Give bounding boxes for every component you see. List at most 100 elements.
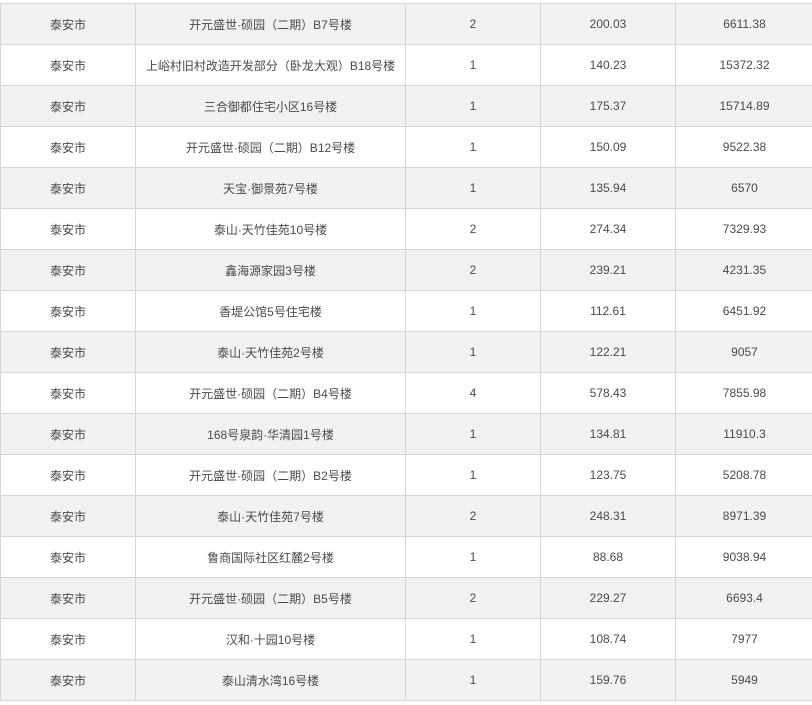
area-cell: 578.43	[540, 372, 676, 414]
city-cell: 泰安市	[0, 536, 136, 578]
city-cell: 泰安市	[0, 331, 136, 373]
price-cell: 9038.94	[675, 536, 812, 578]
table-row: 泰安市 鑫海源家园3号楼 2 239.21 4231.35	[0, 249, 812, 291]
price-cell: 4231.35	[675, 249, 812, 291]
area-cell: 108.74	[540, 618, 676, 660]
city-cell: 泰安市	[0, 454, 136, 496]
units-cell: 2	[405, 3, 541, 45]
project-cell: 汉和·十园10号楼	[135, 618, 406, 660]
table-row: 泰安市 泰山·天竹佳苑7号楼 2 248.31 8971.39	[0, 495, 812, 537]
units-cell: 1	[405, 126, 541, 168]
price-cell: 6570	[675, 167, 812, 209]
city-cell: 泰安市	[0, 372, 136, 414]
price-cell: 8971.39	[675, 495, 812, 537]
city-cell: 泰安市	[0, 85, 136, 127]
project-cell: 上峪村旧村改造开发部分（卧龙大观）B18号楼	[135, 44, 406, 86]
area-cell: 150.09	[540, 126, 676, 168]
table-row: 泰安市 天宝·御景苑7号楼 1 135.94 6570	[0, 167, 812, 209]
city-cell: 泰安市	[0, 126, 136, 168]
price-cell: 7977	[675, 618, 812, 660]
city-cell: 泰安市	[0, 44, 136, 86]
units-cell: 2	[405, 249, 541, 291]
area-cell: 112.61	[540, 290, 676, 332]
project-cell: 泰山·天竹佳苑2号楼	[135, 331, 406, 373]
project-cell: 三合御都住宅小区16号楼	[135, 85, 406, 127]
area-cell: 239.21	[540, 249, 676, 291]
city-cell: 泰安市	[0, 495, 136, 537]
area-cell: 159.76	[540, 659, 676, 701]
area-cell: 140.23	[540, 44, 676, 86]
units-cell: 1	[405, 331, 541, 373]
price-cell: 7329.93	[675, 208, 812, 250]
units-cell: 2	[405, 577, 541, 619]
table-row: 泰安市 开元盛世·硕园（二期）B7号楼 2 200.03 6611.38	[0, 3, 812, 45]
project-cell: 天宝·御景苑7号楼	[135, 167, 406, 209]
city-cell: 泰安市	[0, 577, 136, 619]
units-cell: 1	[405, 659, 541, 701]
project-cell: 鲁商国际社区红麓2号楼	[135, 536, 406, 578]
project-cell: 香堤公馆5号住宅楼	[135, 290, 406, 332]
price-cell: 11910.3	[675, 413, 812, 455]
project-cell: 开元盛世·硕园（二期）B4号楼	[135, 372, 406, 414]
project-cell: 泰山·天竹佳苑10号楼	[135, 208, 406, 250]
table-row: 泰安市 三合御都住宅小区16号楼 1 175.37 15714.89	[0, 85, 812, 127]
city-cell: 泰安市	[0, 208, 136, 250]
project-cell: 泰山·天竹佳苑7号楼	[135, 495, 406, 537]
price-cell: 6693.4	[675, 577, 812, 619]
price-cell: 6451.92	[675, 290, 812, 332]
price-cell: 5949	[675, 659, 812, 701]
table-row: 泰安市 开元盛世·硕园（二期）B4号楼 4 578.43 7855.98	[0, 372, 812, 414]
table-row: 泰安市 开元盛世·硕园（二期）B12号楼 1 150.09 9522.38	[0, 126, 812, 168]
table-row: 泰安市 开元盛世·硕园（二期）B2号楼 1 123.75 5208.78	[0, 454, 812, 496]
table-row: 泰安市 168号泉韵·华清园1号楼 1 134.81 11910.3	[0, 413, 812, 455]
table-row: 泰安市 泰山·天竹佳苑10号楼 2 274.34 7329.93	[0, 208, 812, 250]
table-row: 泰安市 鲁商国际社区红麓2号楼 1 88.68 9038.94	[0, 536, 812, 578]
units-cell: 1	[405, 85, 541, 127]
price-cell: 9057	[675, 331, 812, 373]
area-cell: 135.94	[540, 167, 676, 209]
area-cell: 122.21	[540, 331, 676, 373]
area-cell: 123.75	[540, 454, 676, 496]
units-cell: 1	[405, 167, 541, 209]
area-cell: 88.68	[540, 536, 676, 578]
data-table-container: 泰安市 开元盛世·硕园（二期）B7号楼 2 200.03 6611.38 泰安市…	[0, 0, 812, 705]
table-row: 泰安市 开元盛世·硕园（二期）B5号楼 2 229.27 6693.4	[0, 577, 812, 619]
price-cell: 6611.38	[675, 3, 812, 45]
price-cell: 5208.78	[675, 454, 812, 496]
area-cell: 274.34	[540, 208, 676, 250]
units-cell: 4	[405, 372, 541, 414]
area-cell: 229.27	[540, 577, 676, 619]
city-cell: 泰安市	[0, 413, 136, 455]
project-cell: 开元盛世·硕园（二期）B5号楼	[135, 577, 406, 619]
city-cell: 泰安市	[0, 249, 136, 291]
units-cell: 2	[405, 495, 541, 537]
units-cell: 1	[405, 454, 541, 496]
table-row: 泰安市 泰山清水湾16号楼 1 159.76 5949	[0, 659, 812, 701]
city-cell: 泰安市	[0, 618, 136, 660]
table-body: 泰安市 开元盛世·硕园（二期）B7号楼 2 200.03 6611.38 泰安市…	[0, 3, 812, 701]
project-cell: 开元盛世·硕园（二期）B12号楼	[135, 126, 406, 168]
price-cell: 7855.98	[675, 372, 812, 414]
table-row: 泰安市 汉和·十园10号楼 1 108.74 7977	[0, 618, 812, 660]
project-cell: 鑫海源家园3号楼	[135, 249, 406, 291]
sales-table: 泰安市 开元盛世·硕园（二期）B7号楼 2 200.03 6611.38 泰安市…	[0, 3, 812, 701]
city-cell: 泰安市	[0, 167, 136, 209]
units-cell: 1	[405, 413, 541, 455]
units-cell: 2	[405, 208, 541, 250]
project-cell: 开元盛世·硕园（二期）B7号楼	[135, 3, 406, 45]
project-cell: 开元盛世·硕园（二期）B2号楼	[135, 454, 406, 496]
table-row: 泰安市 泰山·天竹佳苑2号楼 1 122.21 9057	[0, 331, 812, 373]
units-cell: 1	[405, 536, 541, 578]
area-cell: 175.37	[540, 85, 676, 127]
area-cell: 200.03	[540, 3, 676, 45]
units-cell: 1	[405, 44, 541, 86]
city-cell: 泰安市	[0, 3, 136, 45]
project-cell: 168号泉韵·华清园1号楼	[135, 413, 406, 455]
area-cell: 248.31	[540, 495, 676, 537]
area-cell: 134.81	[540, 413, 676, 455]
city-cell: 泰安市	[0, 290, 136, 332]
price-cell: 15372.32	[675, 44, 812, 86]
price-cell: 9522.38	[675, 126, 812, 168]
project-cell: 泰山清水湾16号楼	[135, 659, 406, 701]
table-row: 泰安市 上峪村旧村改造开发部分（卧龙大观）B18号楼 1 140.23 1537…	[0, 44, 812, 86]
